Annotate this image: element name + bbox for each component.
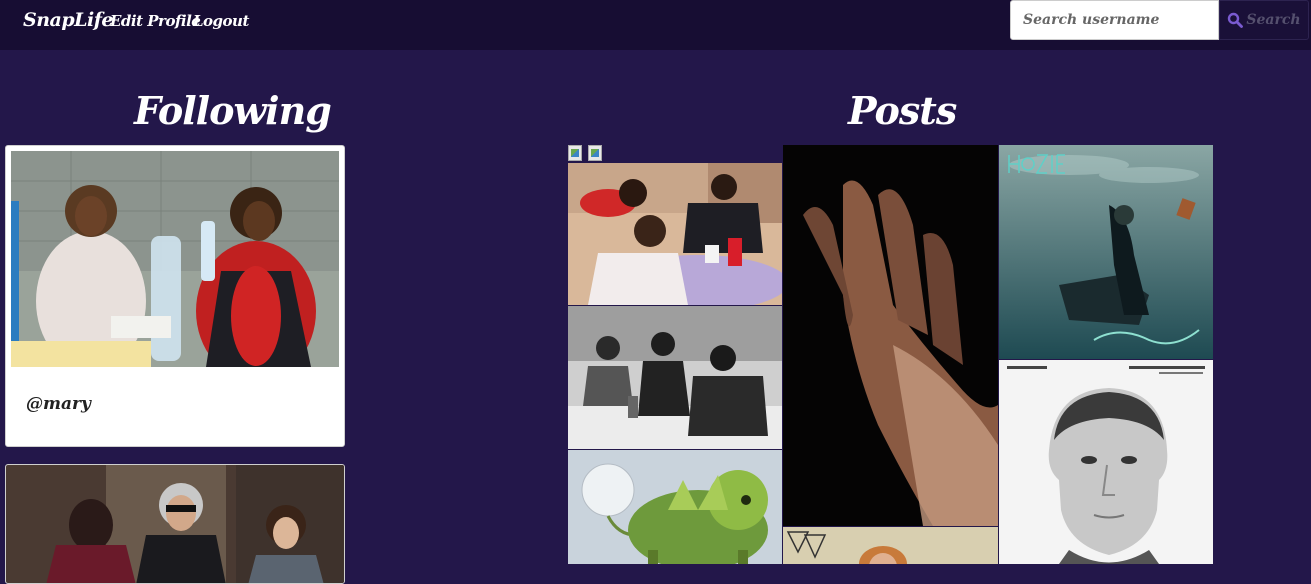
search-icon bbox=[1227, 12, 1244, 28]
broken-image-icon bbox=[588, 145, 602, 161]
following-heading: Following bbox=[134, 88, 332, 133]
brand-logo[interactable]: SnapLife bbox=[23, 9, 113, 31]
post-image[interactable] bbox=[568, 306, 782, 449]
post-image[interactable] bbox=[999, 145, 1213, 359]
post-image[interactable] bbox=[568, 163, 782, 305]
post-image[interactable] bbox=[783, 145, 998, 526]
broken-image-icon bbox=[568, 145, 582, 161]
post-image[interactable] bbox=[568, 450, 782, 564]
edit-profile-link[interactable]: Edit Profile bbox=[110, 12, 201, 30]
search-button[interactable]: Search bbox=[1219, 0, 1309, 40]
search-button-label: Search bbox=[1246, 12, 1301, 28]
following-card[interactable]: @mary bbox=[5, 145, 345, 447]
following-card[interactable] bbox=[5, 464, 345, 584]
logout-link[interactable]: Logout bbox=[193, 12, 249, 30]
post-image[interactable] bbox=[783, 527, 998, 564]
following-user-photo[interactable] bbox=[11, 151, 339, 381]
posts-heading: Posts bbox=[848, 88, 957, 133]
following-user-photo[interactable] bbox=[6, 465, 344, 583]
following-username[interactable]: @mary bbox=[26, 394, 91, 414]
navbar: SnapLife Edit Profile Logout Search bbox=[0, 0, 1311, 50]
search-input[interactable] bbox=[1010, 0, 1219, 40]
post-image[interactable] bbox=[999, 360, 1213, 564]
